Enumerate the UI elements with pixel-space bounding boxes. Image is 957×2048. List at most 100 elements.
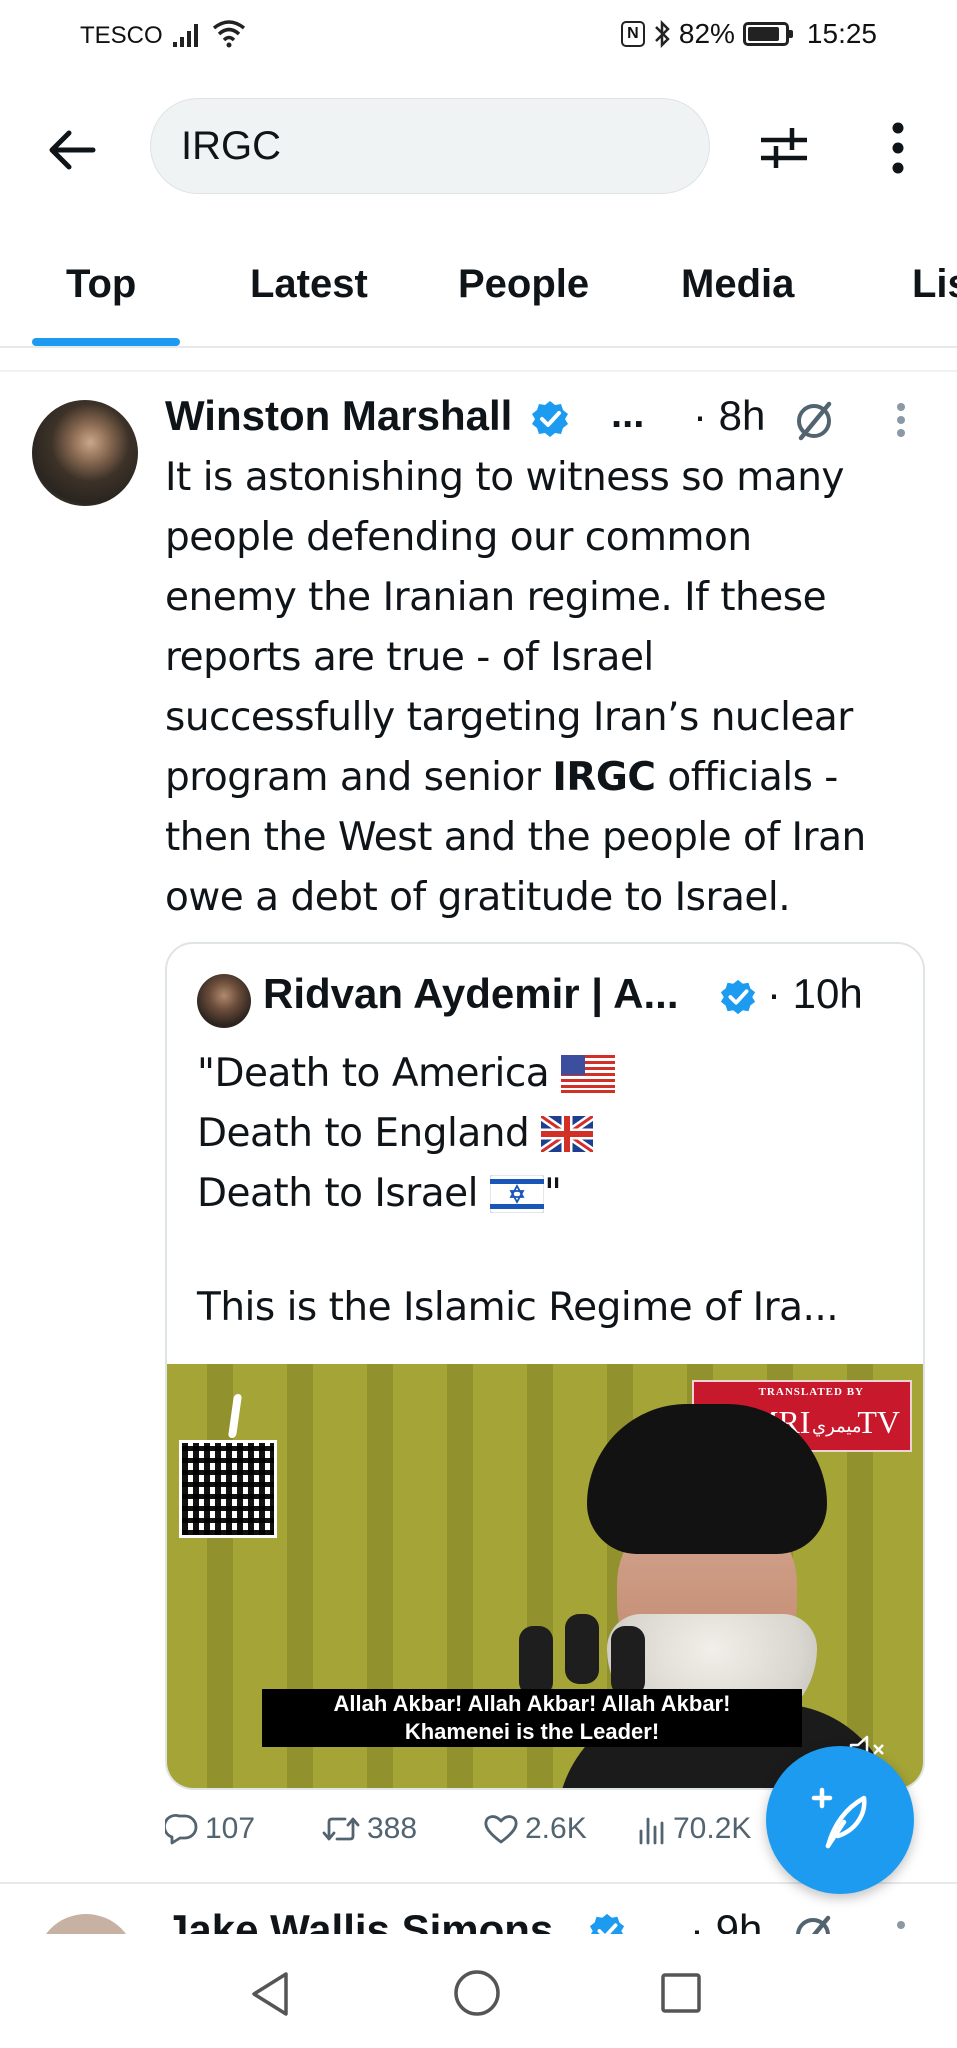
grok-icon[interactable] [792,1914,834,1934]
nav-home-icon[interactable] [452,1968,502,2018]
views-button[interactable]: 70.2K [637,1812,751,1846]
memri-badge-top: TRANSLATED BY [758,1386,864,1398]
search-query: IRGC [181,123,281,168]
tweet-text-line: then the West and the people of Iran [165,815,866,860]
tweet-menu-icon[interactable] [895,402,907,438]
next-tweet[interactable]: Jake Wallis Simons · 9h [0,1884,957,1934]
compose-feather-icon [811,1787,867,1849]
tab-indicator [32,338,180,346]
tab-top[interactable]: Top [66,262,136,307]
tab-media[interactable]: Media [681,262,794,307]
verified-badge-icon [589,1913,625,1934]
like-count: 2.6K [525,1812,587,1845]
system-nav-bar [0,1934,957,2048]
tweet-header: Winston Marshall ... · 8h [165,392,935,448]
microphone [611,1626,645,1696]
qr-pattern [182,1443,274,1535]
carrier-label: TESCO [80,22,163,49]
grok-icon[interactable] [793,400,835,442]
search-tabs: Top Latest People Media Lis [0,240,957,348]
nfc-icon: N [620,21,645,47]
tweet-text-line: It is astonishing to witness so many [165,455,845,500]
status-right: N 82% 15:25 [620,18,877,50]
repost-count: 388 [367,1812,418,1845]
author-name-text: Winston Marshall [165,392,513,439]
quoted-time: · 10h [767,970,863,1017]
tweet-menu-icon[interactable] [895,1920,907,1934]
quoted-text-segment: Death to England [197,1111,530,1156]
arrow-left-icon [49,130,96,170]
author-name[interactable]: Jake Wallis Simons [165,1906,553,1934]
author-handle-truncated: ... [611,392,645,436]
quoted-text-segment: "Death to America [197,1051,550,1096]
quoted-tweet[interactable]: Ridvan Aydemir | A... · 10h "Death to Am… [165,942,925,1790]
sliders-icon [761,128,807,168]
battery-percent: 82% [678,18,735,49]
quoted-text-segment: Death to Israel [197,1171,478,1216]
microphone [565,1614,599,1684]
avatar[interactable] [36,1914,136,1934]
avatar[interactable] [32,400,138,506]
subtitle-line: Khamenei is the Leader! [404,1719,660,1744]
wifi-icon [212,20,246,48]
compose-button[interactable] [766,1746,914,1894]
quoted-text-segment: " [543,1171,562,1216]
tab-people[interactable]: People [458,262,589,307]
us-flag-icon [561,1055,616,1093]
search-header: IRGC [0,90,957,210]
israel-flag-icon [489,1175,544,1213]
tab-lists[interactable]: Lis [912,262,957,307]
nav-back-icon[interactable] [248,1970,292,2018]
tweet-text-line: people defending our common [165,515,752,560]
tweet-text-line: program and senior IRGC officials - [165,748,935,808]
subtitle-line: Allah Akbar! Allah Akbar! Allah Akbar! [333,1691,731,1716]
tweet[interactable]: Winston Marshall ... · 8h It is astonish… [0,372,957,1884]
nav-recents-icon[interactable] [660,1972,702,2014]
quoted-avatar [197,974,251,1028]
repost-icon [322,1817,360,1841]
tweet-text-segment: program and senior [165,755,553,800]
verified-badge-icon [532,400,568,437]
quoted-text-line: "Death to America [197,1044,907,1104]
reply-icon [165,1814,198,1845]
repost-button[interactable]: 388 [321,1812,417,1846]
author-name[interactable]: Winston Marshall [165,392,570,440]
status-bar: TESCO N 82% 15:25 [0,0,957,72]
qr-code [179,1440,277,1538]
quoted-author-name: Ridvan Aydemir | A... [263,970,679,1017]
uk-flag-icon [541,1116,594,1152]
search-input[interactable]: IRGC [150,98,710,194]
verified-badge-icon [720,979,756,1015]
back-button[interactable] [40,118,104,182]
clock: 15:25 [806,18,877,49]
video-subtitle: Allah Akbar! Allah Akbar! Allah Akbar! K… [262,1689,802,1747]
views-count: 70.2K [673,1812,752,1845]
turban [587,1404,827,1554]
battery-icon [742,22,793,46]
tweet-time: · 9h [690,1906,763,1934]
views-icon [639,1817,664,1845]
more-options-button[interactable] [866,116,930,180]
like-button[interactable]: 2.6K [483,1812,587,1846]
tweet-text: It is astonishing to witness so many peo… [165,448,935,928]
search-highlight: IRGC [552,755,656,800]
tweet-time: · 8h [693,392,766,439]
tweet-text-line: successfully targeting Iran’s nuclear [165,695,853,740]
quoted-text-line: This is the Islamic Regime of Ira... [197,1285,839,1330]
reply-count: 107 [205,1812,256,1845]
tweet-text-line: reports are true - of Israel [165,635,654,680]
reply-button[interactable]: 107 [165,1812,255,1846]
tweet-text-segment: officials - [655,755,838,800]
tweet-text-line: owe a debt of gratitude to Israel. [165,875,791,920]
quoted-text-line: Death to Israel " [197,1164,907,1224]
signal-icon [173,24,198,47]
quoted-text: "Death to America Death to England Death… [197,1044,907,1338]
tab-latest[interactable]: Latest [250,262,368,307]
microphone [519,1626,553,1696]
video-player[interactable]: TRANSLATED BY MEMRI ميمري TV Allah Akbar… [167,1364,923,1788]
filter-button[interactable] [752,116,816,180]
tweet-text-line: enemy the Iranian regime. If these [165,575,827,620]
bluetooth-icon [654,19,670,49]
quoted-text-line: Death to England [197,1104,907,1164]
